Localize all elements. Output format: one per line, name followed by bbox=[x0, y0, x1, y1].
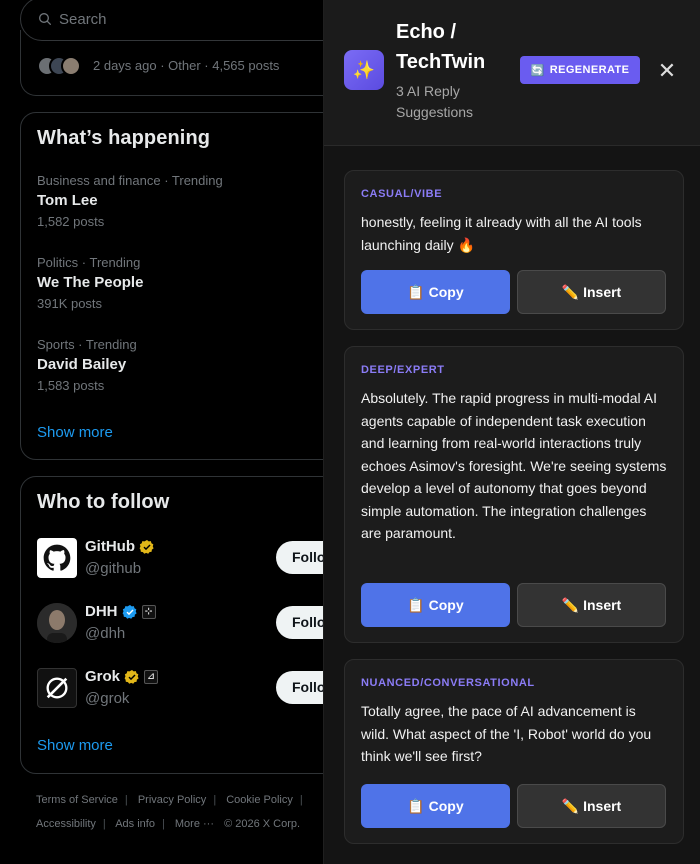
divider: | bbox=[124, 794, 128, 806]
account-name: GitHub bbox=[85, 538, 155, 555]
trend-name: David Bailey bbox=[37, 356, 127, 373]
suggestion-tag: CASUAL/VIBE bbox=[361, 188, 443, 200]
who-to-follow-section: Who to follow GitHub @github Follow DHH … bbox=[20, 476, 323, 774]
section-title: Who to follow bbox=[37, 491, 170, 513]
panel-title: Echo / TechTwin bbox=[396, 21, 486, 73]
footer-links-row: Accessibility | Ads info | More ··· © 2026… bbox=[36, 818, 307, 830]
follow-button[interactable]: Follow bbox=[276, 541, 323, 574]
trend-count: 1,583 posts bbox=[37, 378, 105, 393]
section-title: What’s happening bbox=[37, 127, 211, 149]
github-logo-icon bbox=[37, 538, 77, 578]
blue-verified-icon bbox=[122, 604, 137, 619]
trend-count: 1,582 posts bbox=[37, 214, 105, 229]
footer-links-row: Terms of Service | Privacy Policy | Cookie… bbox=[36, 794, 310, 806]
whats-happening-section: What’s happening Business and finance · … bbox=[20, 112, 323, 460]
insert-button[interactable]: ✏️ Insert bbox=[517, 270, 666, 314]
footer-link[interactable]: Privacy Policy bbox=[138, 794, 206, 806]
copy-button[interactable]: 📋 Copy bbox=[361, 583, 510, 627]
close-icon[interactable]: ✕ bbox=[656, 60, 678, 82]
suggestion-text: Absolutely. The rapid progress in multi-… bbox=[361, 390, 667, 541]
panel-subtitle: 3 AI Reply Suggestions bbox=[396, 83, 474, 120]
suggestion-card: NUANCED/CONVERSATIONAL Totally agree, th… bbox=[344, 659, 684, 844]
trend-context: Sports · Trending bbox=[37, 337, 137, 352]
panel-header: ✨ Echo / TechTwin 3 AI Reply Suggestions… bbox=[324, 0, 700, 146]
follow-suggestion[interactable]: GitHub @github Follow bbox=[37, 538, 323, 580]
account-handle: @dhh bbox=[85, 625, 126, 642]
footer-link[interactable]: Terms of Service bbox=[36, 794, 118, 806]
gold-verified-icon bbox=[139, 539, 154, 554]
trend-item[interactable]: Politics · Trending We The People 391K p… bbox=[37, 255, 143, 311]
suggestion-text: honestly, feeling it already with all th… bbox=[361, 214, 642, 253]
account-name: Grok ⊿ bbox=[85, 668, 159, 685]
suggestion-tag: DEEP/EXPERT bbox=[361, 364, 445, 376]
follow-suggestion[interactable]: DHH ⊹ @dhh Follow bbox=[37, 603, 323, 645]
avatar bbox=[61, 56, 81, 76]
refresh-icon: 🔄 bbox=[530, 64, 545, 77]
insert-button[interactable]: ✏️ Insert bbox=[517, 583, 666, 627]
account-handle: @github bbox=[85, 560, 142, 577]
sparkles-icon: ✨ bbox=[344, 50, 384, 90]
suggestion-card: DEEP/EXPERT Absolutely. The rapid progre… bbox=[344, 346, 684, 643]
search-placeholder: Search bbox=[59, 10, 107, 28]
affiliation-icon: ⊿ bbox=[144, 669, 159, 684]
news-item[interactable]: 2 days ago · Other · 4,565 posts bbox=[20, 30, 323, 96]
divider: | bbox=[213, 794, 217, 806]
divider: | bbox=[102, 818, 106, 830]
show-more-link[interactable]: Show more bbox=[37, 424, 113, 441]
follow-button[interactable]: Follow bbox=[276, 671, 323, 704]
echo-panel: ✨ Echo / TechTwin 3 AI Reply Suggestions… bbox=[323, 0, 700, 864]
news-avatars bbox=[37, 56, 81, 76]
follow-suggestion[interactable]: Grok ⊿ @grok Follow bbox=[37, 668, 323, 710]
copy-button[interactable]: 📋 Copy bbox=[361, 270, 510, 314]
x-right-sidebar: Search 2 days ago · Other · 4,565 posts … bbox=[0, 0, 323, 864]
suggestion-card: CASUAL/VIBE honestly, feeling it already… bbox=[344, 170, 684, 330]
show-more-link[interactable]: Show more bbox=[37, 737, 113, 754]
trend-context: Business and finance · Trending bbox=[37, 173, 223, 188]
trend-item[interactable]: Sports · Trending David Bailey 1,583 pos… bbox=[37, 337, 137, 393]
insert-button[interactable]: ✏️ Insert bbox=[517, 784, 666, 828]
account-handle: @grok bbox=[85, 690, 130, 707]
trend-name: We The People bbox=[37, 274, 144, 291]
grok-logo-icon bbox=[37, 668, 77, 708]
follow-button[interactable]: Follow bbox=[276, 606, 323, 639]
search-icon bbox=[39, 13, 51, 25]
footer-link[interactable]: Ads info bbox=[115, 818, 155, 830]
suggestion-text: Totally agree, the pace of AI advancemen… bbox=[361, 703, 652, 764]
regenerate-button[interactable]: 🔄 REGENERATE bbox=[520, 56, 640, 84]
suggestion-tag: NUANCED/CONVERSATIONAL bbox=[361, 677, 535, 689]
footer-link[interactable]: Accessibility bbox=[36, 818, 96, 830]
avatar bbox=[37, 603, 77, 643]
regenerate-label: REGENERATE bbox=[549, 64, 630, 76]
trend-name: Tom Lee bbox=[37, 192, 98, 209]
trend-count: 391K posts bbox=[37, 296, 103, 311]
affiliation-icon: ⊹ bbox=[141, 604, 156, 619]
footer-link[interactable]: Cookie Policy bbox=[226, 794, 293, 806]
account-name: DHH ⊹ bbox=[85, 603, 156, 620]
footer-link[interactable]: More ··· bbox=[175, 818, 214, 830]
trend-item[interactable]: Business and finance · Trending Tom Lee … bbox=[37, 173, 223, 229]
news-meta: 2 days ago · Other · 4,565 posts bbox=[93, 58, 280, 73]
trend-context: Politics · Trending bbox=[37, 255, 141, 270]
gold-verified-icon bbox=[124, 669, 139, 684]
copy-button[interactable]: 📋 Copy bbox=[361, 784, 510, 828]
divider: | bbox=[161, 818, 165, 830]
copyright: © 2026 X Corp. bbox=[224, 818, 301, 830]
divider: | bbox=[299, 794, 303, 806]
